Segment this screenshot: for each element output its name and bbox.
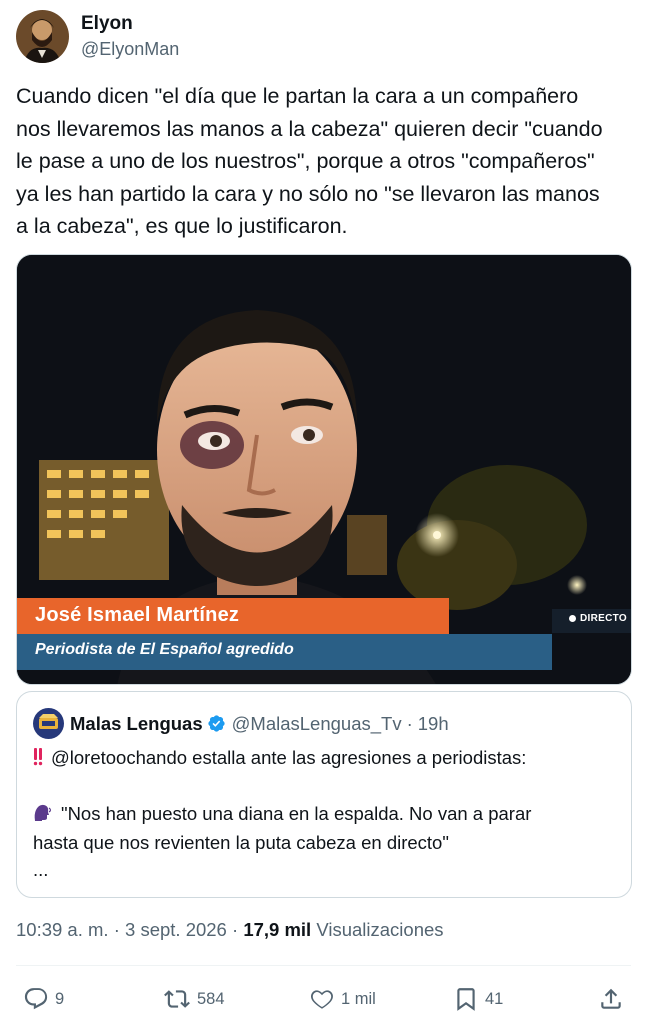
tweet-text-line: ya les han partido la cara y no sólo no …	[16, 181, 600, 206]
share-button[interactable]	[598, 982, 624, 1016]
tweet-meta: 10:39 a. m. · 3 sept. 2026 · 17,9 mil Vi…	[16, 919, 444, 941]
verified-badge-icon	[207, 714, 226, 733]
speaking-head-icon	[33, 802, 53, 829]
divider	[16, 965, 631, 966]
quoted-tweet-time[interactable]: 19h	[418, 713, 449, 735]
share-icon	[601, 988, 621, 1009]
quoted-tweet[interactable]: Malas Lenguas @MalasLenguas_Tv · 19h @lo…	[16, 691, 632, 898]
tweet-text-line: le pase a uno de los nuestros", porque a…	[16, 149, 595, 173]
author-handle[interactable]: @ElyonMan	[81, 37, 179, 61]
separator-dot: ·	[113, 919, 120, 940]
tweet-date[interactable]: 3 sept. 2026	[125, 919, 227, 940]
quoted-author-avatar[interactable]	[33, 708, 64, 739]
quoted-text-line-2: "Nos han puesto una diana en la espalda.…	[61, 803, 532, 824]
author-name[interactable]: Elyon	[81, 13, 179, 35]
like-button[interactable]: 1 mil	[309, 982, 376, 1016]
tweet-text: Cuando dicen "el día que le partan la ca…	[16, 80, 634, 243]
author-avatar[interactable]	[16, 10, 69, 63]
repost-count: 584	[197, 989, 225, 1008]
quoted-text-line-3: hasta que nos revienten la puta cabeza e…	[33, 832, 449, 853]
separator-dot: ·	[232, 919, 239, 940]
quoted-tweet-header: Malas Lenguas @MalasLenguas_Tv · 19h	[33, 708, 449, 739]
exclamation-icon	[33, 746, 43, 773]
bookmark-button[interactable]: 41	[453, 982, 503, 1016]
heart-icon	[310, 990, 333, 1009]
tweet-author: Elyon @ElyonMan	[16, 10, 179, 63]
tweet-time[interactable]: 10:39 a. m.	[16, 919, 109, 940]
separator-dot: ·	[406, 712, 413, 734]
views-label: Visualizaciones	[316, 919, 444, 940]
tweet-text-line: a la cabeza", es que lo justificaron.	[16, 214, 348, 238]
repost-button[interactable]: 584	[163, 982, 225, 1016]
repost-icon	[164, 990, 190, 1008]
reply-count: 9	[55, 989, 65, 1008]
reply-icon	[24, 988, 48, 1010]
quoted-tweet-text: @loretoochando estalla ante las agresion…	[33, 744, 617, 883]
quoted-text-line-1: @loretoochando estalla ante las agresion…	[51, 747, 527, 768]
views-count: 17,9 mil	[243, 919, 312, 940]
reply-button[interactable]: 9	[23, 982, 64, 1016]
lower-third-name: José Ismael Martínez	[35, 604, 240, 626]
action-bar: 9 584 1 mil 41	[16, 982, 631, 1016]
quoted-text-gap	[33, 773, 617, 800]
bookmark-icon	[457, 988, 475, 1011]
quoted-author-handle[interactable]: @MalasLenguas_Tv	[232, 713, 402, 735]
tweet-media-image[interactable]: José Ismael Martínez Periodista de El Es…	[16, 254, 632, 685]
tweet-text-line: Cuando dicen "el día que le partan la ca…	[16, 84, 579, 108]
quoted-author-name[interactable]: Malas Lenguas	[70, 713, 203, 735]
quoted-text-line: "Nos han puesto una diana en la espalda.…	[33, 800, 617, 829]
live-dot-icon	[569, 614, 576, 622]
tweet-text-line: nos llevaremos las manos a la cabeza" qu…	[16, 116, 603, 141]
quoted-text-line: @loretoochando estalla ante las agresion…	[33, 744, 617, 773]
lower-third-subtitle: Periodista de El Español agredido	[35, 641, 294, 658]
like-count: 1 mil	[341, 989, 376, 1008]
live-badge-label: DIRECTO	[580, 613, 627, 624]
live-badge: DIRECTO	[569, 613, 627, 624]
bookmark-count: 41	[485, 989, 504, 1008]
quoted-text-ellipsis: ...	[33, 859, 49, 880]
